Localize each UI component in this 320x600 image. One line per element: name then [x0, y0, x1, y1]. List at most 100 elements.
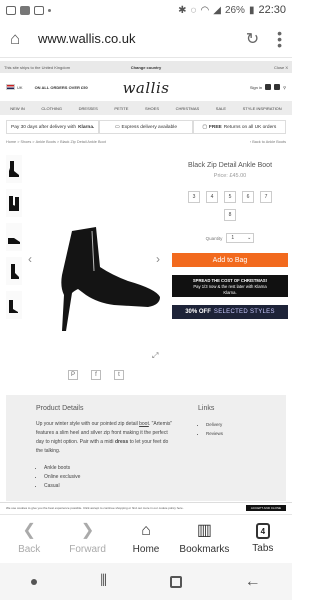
chevron-down-icon: ⌄	[247, 235, 252, 241]
reviews-link[interactable]: Reviews	[206, 429, 223, 438]
home-label: Home	[132, 544, 160, 555]
size-selector: 3 4 5 6 7 8	[172, 191, 288, 221]
breadcrumb-home[interactable]: Home	[6, 140, 16, 148]
next-image-arrow[interactable]: ›	[156, 252, 160, 266]
gallery-notification-icon	[6, 5, 16, 15]
bookmarks-button[interactable]: ▥ Bookmarks	[175, 515, 233, 562]
accept-cookies-button[interactable]: ACCEPT AND CLOSE	[245, 504, 286, 511]
back-to-ankle-boots-link[interactable]: ‹ Back to Ankle Boots	[250, 140, 286, 148]
size-option[interactable]: 3	[188, 191, 200, 203]
tabs-button[interactable]: 4 Tabs	[234, 515, 292, 562]
thumbnail-4[interactable]	[6, 257, 22, 285]
free-returns-text: Returns on all UK orders	[223, 124, 277, 130]
promo-strip: Pay 30 days after delivery with Klarna. …	[6, 120, 286, 134]
product-thumbnails	[6, 155, 22, 325]
back-arrow-icon: ❮	[22, 522, 36, 539]
home-icon: ⌂	[141, 522, 151, 539]
status-bar: ✱ ◌ ◠ ◢ 26% ▮ 22:30	[0, 0, 292, 20]
tabs-icon: 4	[255, 523, 270, 539]
boot-link[interactable]: boot	[139, 421, 149, 427]
home-button[interactable]: ⌂ Home	[117, 515, 175, 562]
size-option[interactable]: 6	[242, 191, 254, 203]
express-delivery-promo[interactable]: ▭ Express delivery available	[99, 120, 193, 134]
main-navigation: NEW IN CLOTHING DRESSES PETITE SHOES CHR…	[0, 101, 292, 115]
quantity-value: 1	[231, 235, 235, 241]
pinterest-icon[interactable]: P	[68, 370, 78, 380]
change-country-link[interactable]: Change country	[0, 65, 292, 70]
thumbnail-2[interactable]	[6, 189, 22, 217]
social-share: P f t	[68, 370, 124, 380]
size-option[interactable]: 8	[224, 209, 236, 221]
signal-icon: ◢	[213, 4, 221, 16]
add-to-bag-button[interactable]: Add to Bag	[172, 253, 288, 267]
wallis-logo[interactable]: wallis	[0, 79, 292, 97]
cookie-text: We use cookies to give you the best expe…	[6, 505, 184, 510]
product-title: Black Zip Detail Ankle Boot	[187, 162, 273, 169]
klarna-promo-text: Pay 30 days after delivery with	[11, 124, 77, 130]
image-notification-icon	[34, 5, 44, 15]
nav-petite[interactable]: PETITE	[114, 106, 128, 111]
free-returns-promo[interactable]: ▢ FREE Returns on all UK orders	[192, 120, 286, 134]
nav-christmas[interactable]: CHRISTMAS	[176, 106, 200, 111]
battery-icon: ▮	[248, 4, 255, 16]
breadcrumb: Home > Shoes > Ankle Boots > Black Zip D…	[6, 140, 286, 148]
forward-arrow-icon: ❯	[80, 522, 95, 539]
free-returns-bold: FREE	[208, 124, 222, 130]
product-main-image[interactable]	[24, 155, 166, 365]
breadcrumb-shoes[interactable]: Shoes	[20, 140, 31, 148]
nav-sale[interactable]: SALE	[216, 106, 226, 111]
product-info: Black Zip Detail Ankle Boot Price: £45.0…	[172, 162, 288, 319]
home-icon[interactable]: ⌂	[10, 29, 32, 49]
size-option[interactable]: 4	[206, 191, 218, 203]
battery-percent: 26%	[224, 4, 245, 16]
thumbnail-5[interactable]	[6, 291, 22, 319]
breadcrumb-current: Black Zip Detail Ankle Boot	[60, 140, 106, 144]
back-nav-icon[interactable]: ←	[245, 573, 261, 591]
klarna-promo[interactable]: Pay 30 days after delivery with Klarna.	[6, 120, 100, 134]
nav-style-inspiration[interactable]: STYLE INSPIRATION	[243, 106, 282, 111]
forward-label: Forward	[69, 544, 106, 555]
product-price: Price: £45.00	[213, 173, 247, 179]
bookmarks-icon: ▥	[196, 522, 212, 539]
klarna-logo: Klarna.	[78, 124, 95, 130]
delivery-link[interactable]: Delivery	[206, 420, 223, 429]
truck-icon: ▭	[114, 124, 120, 130]
dress-link[interactable]: dress	[115, 439, 128, 445]
product-features: Ankle boots Online exclusive Casual	[36, 464, 176, 491]
feature-item: Online exclusive	[44, 473, 176, 482]
express-delivery-text: Express delivery available	[121, 124, 177, 130]
thumbnail-3[interactable]	[6, 223, 22, 251]
recents-icon[interactable]: ⫴	[100, 573, 107, 591]
sale-banner[interactable]: 30% OFF SELECTED STYLES	[172, 305, 288, 319]
feature-item: Casual	[44, 482, 176, 491]
product-details-panel: Product Details Up your winter style wit…	[6, 395, 286, 501]
reload-icon[interactable]: ↻	[246, 29, 259, 49]
size-option[interactable]: 7	[260, 191, 272, 203]
home-square-icon[interactable]	[169, 575, 182, 588]
android-navigation-bar: ⫴ ←	[0, 563, 292, 600]
product-details-heading: Product Details	[36, 405, 84, 412]
description-part: Up your winter style with our pointed zi…	[36, 421, 140, 427]
quantity-row: Quantity 1 ⌄	[172, 233, 288, 243]
nav-clothing[interactable]: CLOTHING	[41, 106, 62, 111]
feature-item: Ankle boots	[44, 464, 176, 473]
forward-button[interactable]: ❯ Forward	[58, 515, 116, 562]
previous-image-arrow[interactable]: ‹	[28, 252, 32, 266]
klarna-christmas-banner[interactable]: SPREAD THE COST OF CHRISTMAS! Pay 1/3 no…	[172, 275, 288, 297]
thumbnail-1[interactable]	[6, 155, 22, 183]
url-field[interactable]: www.wallis.co.uk	[38, 31, 246, 46]
expand-image-icon[interactable]: ⤢	[152, 351, 158, 361]
wifi-icon: ◠	[200, 4, 210, 16]
quantity-select[interactable]: 1 ⌄	[226, 233, 255, 243]
overflow-menu-icon[interactable]: • • •	[277, 26, 282, 52]
facebook-icon[interactable]: f	[91, 370, 101, 380]
twitter-icon[interactable]: t	[114, 370, 124, 380]
size-option[interactable]: 5	[224, 191, 236, 203]
nav-shoes[interactable]: SHOES	[145, 106, 159, 111]
back-button[interactable]: ❮ Back	[0, 515, 58, 562]
assistant-dot-icon[interactable]	[31, 578, 38, 585]
breadcrumb-ankle-boots[interactable]: Ankle Boots	[36, 140, 56, 148]
nav-new-in[interactable]: NEW IN	[10, 106, 24, 111]
nav-dresses[interactable]: DRESSES	[79, 106, 98, 111]
sale-banner-text: SELECTED STYLES	[213, 309, 275, 315]
